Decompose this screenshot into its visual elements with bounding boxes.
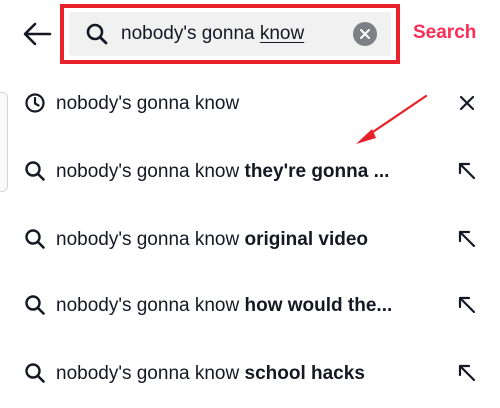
suggestion-item[interactable]: nobody's gonna know they're gonna ... <box>0 152 500 192</box>
suggestion-item[interactable]: nobody's gonna know school hacks <box>0 354 500 394</box>
fill-arrow-icon[interactable] <box>456 362 478 384</box>
suggestion-item[interactable]: nobody's gonna know original video <box>0 220 500 260</box>
suggestion-text: nobody's gonna know <box>56 93 240 114</box>
search-icon <box>86 23 108 45</box>
suggestion-text: nobody's gonna know school hacks <box>56 363 365 384</box>
suggestion-text: nobody's gonna know how would the... <box>56 295 393 316</box>
fill-arrow-icon[interactable] <box>456 294 478 316</box>
arrow-left-icon <box>23 22 52 46</box>
search-icon <box>25 229 45 249</box>
remove-x-icon[interactable] <box>456 92 478 114</box>
search-icon <box>25 363 45 383</box>
search-query-text: nobody's gonna know <box>121 23 305 44</box>
search-icon <box>25 295 45 315</box>
history-clock-icon <box>25 93 45 113</box>
back-button[interactable] <box>20 20 54 48</box>
suggestion-text: nobody's gonna know original video <box>56 229 369 250</box>
fill-arrow-icon[interactable] <box>456 228 478 250</box>
clear-button[interactable] <box>353 22 377 46</box>
search-highlight-box: nobody's gonna know <box>60 4 400 64</box>
suggestion-item-history[interactable]: nobody's gonna know <box>0 84 500 124</box>
fill-arrow-icon[interactable] <box>456 160 478 182</box>
search-input[interactable]: nobody's gonna know <box>69 12 391 56</box>
suggestion-text: nobody's gonna know they're gonna ... <box>56 161 390 182</box>
clear-circle-icon <box>360 29 370 39</box>
search-screen: nobody's gonna know Search nobody's gonn… <box>0 0 500 408</box>
search-query-underlined: know <box>259 23 305 44</box>
search-button[interactable]: Search <box>413 22 476 44</box>
suggestion-item[interactable]: nobody's gonna know how would the... <box>0 286 500 326</box>
search-icon <box>25 161 45 181</box>
